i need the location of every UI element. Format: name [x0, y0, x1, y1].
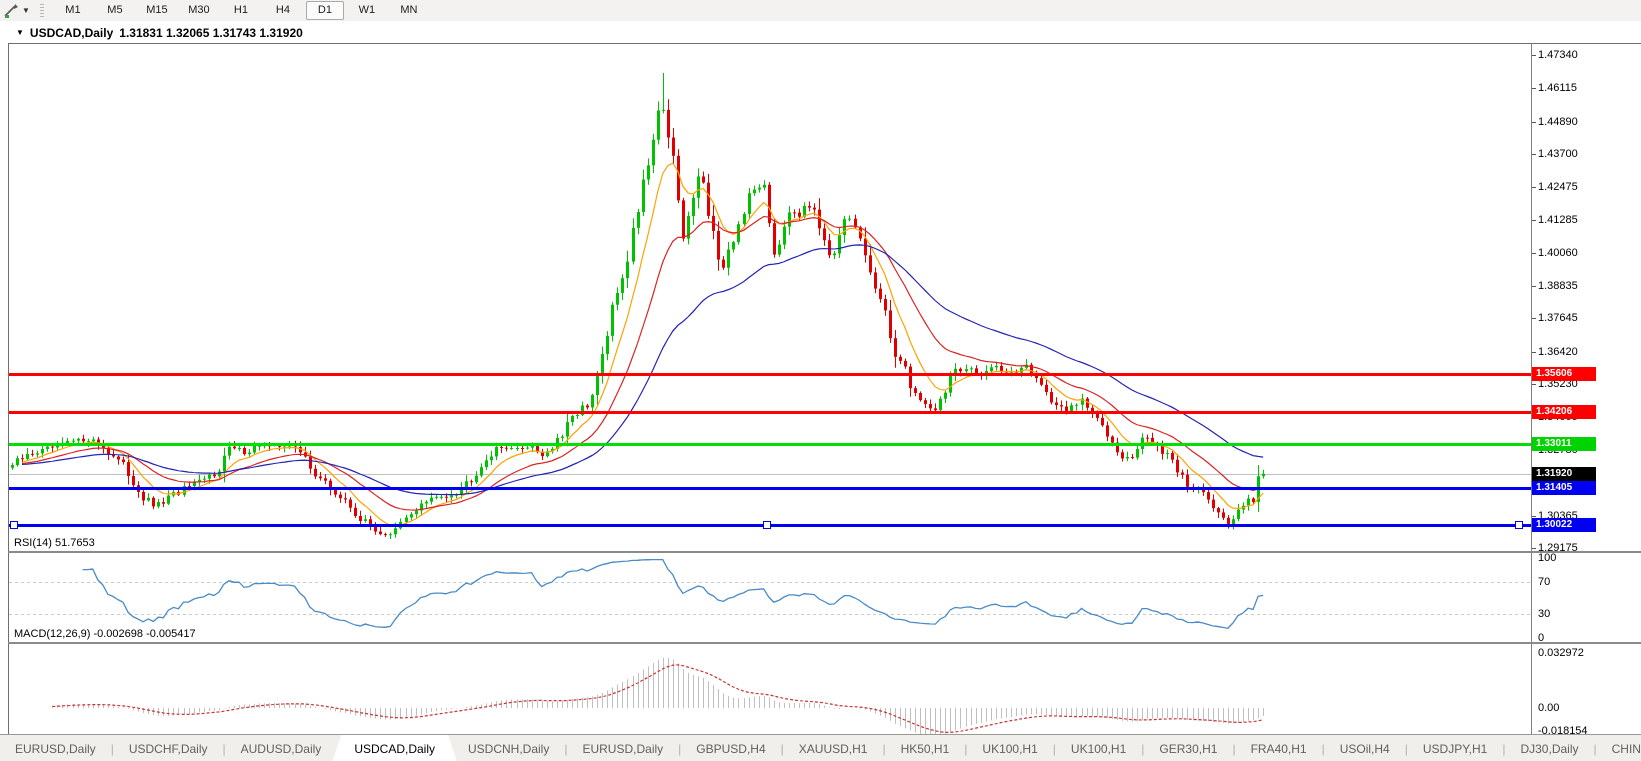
price-tick-label: 1.37645 [1532, 312, 1578, 325]
timeframe-button-w1[interactable]: W1 [348, 1, 386, 20]
price-tick-label: 1.47340 [1532, 49, 1578, 61]
chart-ohlc-values: 1.31831 1.32065 1.31743 1.31920 [119, 26, 303, 40]
chart-tab-usoil-h4[interactable]: USOil,H4 [1325, 735, 1405, 761]
chart-tab-usdcad-daily[interactable]: USDCAD,Daily [332, 735, 457, 761]
chart-tab-eurusd-daily[interactable]: EURUSD,Daily [567, 735, 678, 761]
price-tick-label: 1.30365 [1532, 510, 1578, 522]
timeframe-buttons: M1 M5 M15 M30 H1 H4 D1 W1 MN [52, 1, 430, 20]
chart-tab-ger30-h1[interactable]: GER30,H1 [1144, 735, 1232, 761]
chart-tab-audusd-daily[interactable]: AUDUSD,Daily [226, 735, 337, 761]
rsi-panel-canvas[interactable] [9, 554, 1531, 642]
timeframe-button-d1[interactable]: D1 [305, 1, 344, 20]
chart-tab-dj30-daily[interactable]: DJ30,Daily [1505, 735, 1593, 761]
crosshair-tool-icon[interactable] [2, 3, 20, 19]
price-tick-label: 1.35230 [1532, 377, 1578, 390]
chart-window: ▼ USDCAD,Daily 1.31831 1.32065 1.31743 1… [0, 21, 1641, 755]
timeframe-button-h1[interactable]: H1 [222, 1, 260, 20]
timeframe-button-m30[interactable]: M30 [180, 1, 218, 20]
timeframe-button-m1[interactable]: M1 [54, 1, 92, 20]
chart-left-border [8, 43, 9, 755]
price-tick-label: 1.41285 [1532, 213, 1578, 226]
main-rsi-separator[interactable] [8, 551, 1641, 553]
chart-top-border [8, 43, 1641, 44]
price-tick-label: 1.43700 [1532, 147, 1578, 160]
chart-tab-usdchf-daily[interactable]: USDCHF,Daily [114, 735, 223, 761]
macd-scale-label: 0.00 [1538, 702, 1560, 714]
chart-tab-uk100-h1[interactable]: UK100,H1 [1056, 735, 1141, 761]
timeframe-button-m5[interactable]: M5 [96, 1, 134, 20]
price-badge-1.31405: 1.31405 [1532, 480, 1596, 495]
macd-indicator-label: MACD(12,26,9) -0.002698 -0.005417 [14, 628, 196, 640]
price-tick-label: 1.34005 [1532, 411, 1578, 424]
price-badge-1.35606: 1.35606 [1532, 366, 1596, 381]
chart-tab-xauusd-h1[interactable]: XAUUSD,H1 [784, 735, 883, 761]
chart-symbol-label: USDCAD,Daily [29, 26, 114, 40]
price-tick-label: 1.40060 [1532, 246, 1578, 259]
chart-tab-eurusd-daily[interactable]: EURUSD,Daily [0, 735, 111, 761]
symbol-collapse-caret-icon[interactable]: ▼ [16, 28, 24, 37]
macd-panel-canvas[interactable] [9, 645, 1531, 738]
price-chart-canvas[interactable] [9, 44, 1531, 551]
chart-tab-uk100-h1[interactable]: UK100,H1 [967, 735, 1052, 761]
rsi-scale-label: 30 [1538, 608, 1551, 620]
price-axis-border [1531, 43, 1532, 739]
price-tick-label: 1.36420 [1532, 345, 1578, 358]
chart-tab-hk50-h1[interactable]: HK50,H1 [886, 735, 965, 761]
chart-tab-fra40-h1[interactable]: FRA40,H1 [1236, 735, 1322, 761]
chart-tab-china300-h1[interactable]: CHINA300,H1 [1597, 735, 1641, 761]
timeframe-button-h4[interactable]: H4 [264, 1, 302, 20]
price-tick-label: 1.42475 [1532, 181, 1578, 194]
price-tick-label: 1.44890 [1532, 115, 1578, 128]
timeframe-button-m15[interactable]: M15 [138, 1, 176, 20]
price-tick-label: 1.46115 [1532, 82, 1577, 95]
rsi-scale-label: 100 [1538, 552, 1557, 564]
rsi-indicator-label: RSI(14) 51.7653 [14, 537, 95, 549]
price-badge-1.33011: 1.33011 [1532, 437, 1596, 452]
chart-tab-bar: EURUSD,Daily | USDCHF,Daily | AUDUSD,Daily US… [0, 734, 1641, 761]
timeframe-button-mn[interactable]: MN [390, 1, 428, 20]
toolbar-grip [39, 3, 44, 18]
mt4-terminal: ▼ M1 M5 M15 M30 H1 H4 D1 W1 MN ▼ USDCAD,Daily 1.… [0, 0, 1641, 761]
price-badge-1.31920: 1.31920 [1532, 466, 1596, 481]
tool-dropdown-caret-icon[interactable]: ▼ [22, 6, 30, 15]
rsi-macd-separator[interactable] [8, 642, 1641, 644]
chart-tab-gbpusd-h4[interactable]: GBPUSD,H4 [681, 735, 780, 761]
rsi-scale-label: 70 [1538, 576, 1551, 588]
price-badge-1.30022: 1.30022 [1532, 518, 1596, 533]
chart-tab-usdcnh-daily[interactable]: USDCNH,Daily [453, 735, 564, 761]
macd-scale-label: 0.032972 [1538, 647, 1584, 659]
timeframe-toolbar: ▼ M1 M5 M15 M30 H1 H4 D1 W1 MN [0, 0, 1641, 22]
price-badge-1.34206: 1.34206 [1532, 404, 1596, 419]
chart-tab-usdjpy-h1[interactable]: USDJPY,H1 [1408, 735, 1502, 761]
price-tick-label: 1.32780 [1532, 444, 1578, 457]
price-tick-label: 1.38835 [1532, 280, 1578, 292]
chart-title: ▼ USDCAD,Daily 1.31831 1.32065 1.31743 1… [16, 26, 303, 40]
